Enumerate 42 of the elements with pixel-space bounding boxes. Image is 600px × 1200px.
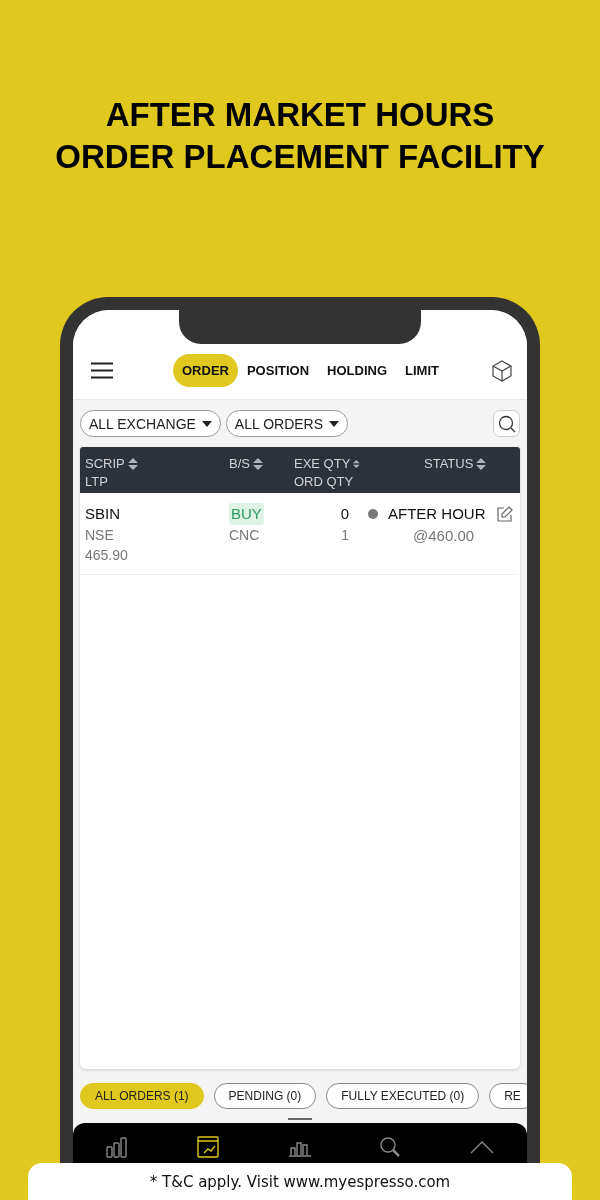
sort-icon (252, 458, 263, 470)
caret-icon (329, 420, 340, 427)
headline: ORDER PLACEMENT FACILITY (55, 137, 545, 177)
exchange: NSE (85, 526, 115, 545)
footer-text: * T&C apply. Visit www.myespresso.com (149, 1172, 451, 1191)
tab[interactable]: POSITION (237, 354, 319, 387)
edit-icon[interactable] (495, 505, 513, 523)
filter-chip[interactable]: FULLY EXECUTED (0) (326, 1083, 480, 1109)
filter-chip[interactable]: PENDING (0) (213, 1083, 317, 1109)
order-status: AFTER HOUR (388, 504, 486, 524)
column-header: ORD QTY (294, 473, 355, 491)
tab[interactable]: ORDER (173, 354, 238, 387)
sort-icon (353, 458, 360, 470)
drag-handle[interactable] (288, 1118, 312, 1120)
status-dot (368, 509, 378, 519)
search-icon (497, 414, 516, 433)
column-header[interactable]: EXE QTY (294, 455, 351, 473)
column-header[interactable]: B/S (229, 455, 250, 473)
filter-chip[interactable]: ALL ORDERS (1) (80, 1083, 204, 1109)
filter-chip[interactable]: RE (489, 1083, 527, 1109)
order-row[interactable]: SBIN NSE 465.90 BUY CNC 0 1 AFTER HOUR @460.00 (80, 493, 516, 575)
column-header: LTP (85, 473, 109, 491)
side-badge: BUY (229, 503, 264, 525)
scrip-name: SBIN (85, 504, 121, 524)
search-button[interactable] (493, 410, 520, 437)
tab[interactable]: HOLDING (318, 354, 397, 387)
headline: AFTER MARKET HOURS (104, 95, 496, 135)
order-price: @460.00 (412, 526, 476, 546)
product-type: CNC (229, 526, 261, 545)
menu-icon[interactable] (91, 362, 113, 379)
sort-icon (476, 458, 487, 470)
column-header[interactable]: STATUS (424, 455, 474, 473)
executed-qty: 0 (340, 504, 349, 524)
cube-icon[interactable] (491, 359, 513, 382)
ltp-value: 465.90 (85, 546, 129, 565)
order-qty: 1 (341, 526, 349, 545)
filter-dropdown[interactable]: ALL ORDERS (225, 410, 349, 437)
tab[interactable]: LIMIT (396, 354, 448, 387)
caret-icon (201, 420, 212, 427)
column-header[interactable]: SCRIP (85, 455, 125, 473)
filter-dropdown[interactable]: ALL EXCHANGE (80, 410, 221, 437)
sort-icon (127, 458, 138, 470)
